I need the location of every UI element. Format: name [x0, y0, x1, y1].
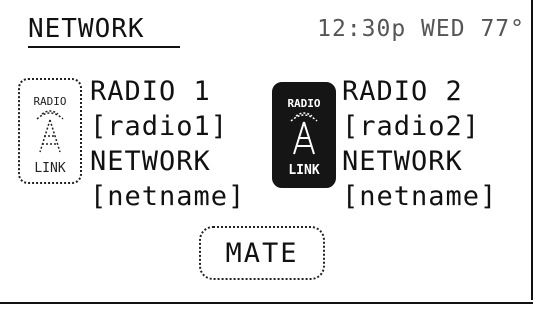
- page-title: NETWORK: [28, 14, 145, 44]
- radio-1-id: [radio1]: [90, 111, 229, 142]
- radio-1-netname: [netname]: [90, 181, 246, 212]
- radio-2-icon-top-text: RADIO: [287, 97, 320, 110]
- radio-1-name: RADIO 1: [90, 76, 211, 107]
- mate-button[interactable]: MATE: [199, 226, 325, 280]
- page-title-underline: [28, 46, 180, 48]
- radio-2-icon-bottom-text: LINK: [288, 163, 319, 178]
- status-clock-temperature: 12:30p WED 77°: [317, 16, 525, 42]
- radio-2-info: RADIO 2 [radio2] NETWORK [netname]: [342, 74, 497, 214]
- radio-2-name: RADIO 2: [342, 76, 463, 107]
- radio-2-id: [radio2]: [342, 111, 481, 142]
- radio-1-icon-bottom-text: LINK: [34, 161, 65, 176]
- radio-1-icon-top-text: RADIO: [33, 95, 66, 108]
- radio-2-link-button[interactable]: RADIO LINK: [272, 82, 336, 188]
- radio-1-info: RADIO 1 [radio1] NETWORK [netname]: [90, 74, 245, 214]
- radio-2-network-label: NETWORK: [342, 146, 463, 177]
- radio-1-link-button[interactable]: RADIO LINK: [18, 78, 82, 184]
- radio-link-icon: RADIO LINK: [287, 97, 320, 178]
- radio-1-network-label: NETWORK: [90, 146, 211, 177]
- mate-button-label: MATE: [225, 237, 299, 269]
- radio-link-icon: RADIO LINK: [33, 95, 66, 176]
- radio-2-netname: [netname]: [342, 181, 498, 212]
- screen-border-bottom: [0, 302, 533, 304]
- screen-border-right: [531, 0, 533, 300]
